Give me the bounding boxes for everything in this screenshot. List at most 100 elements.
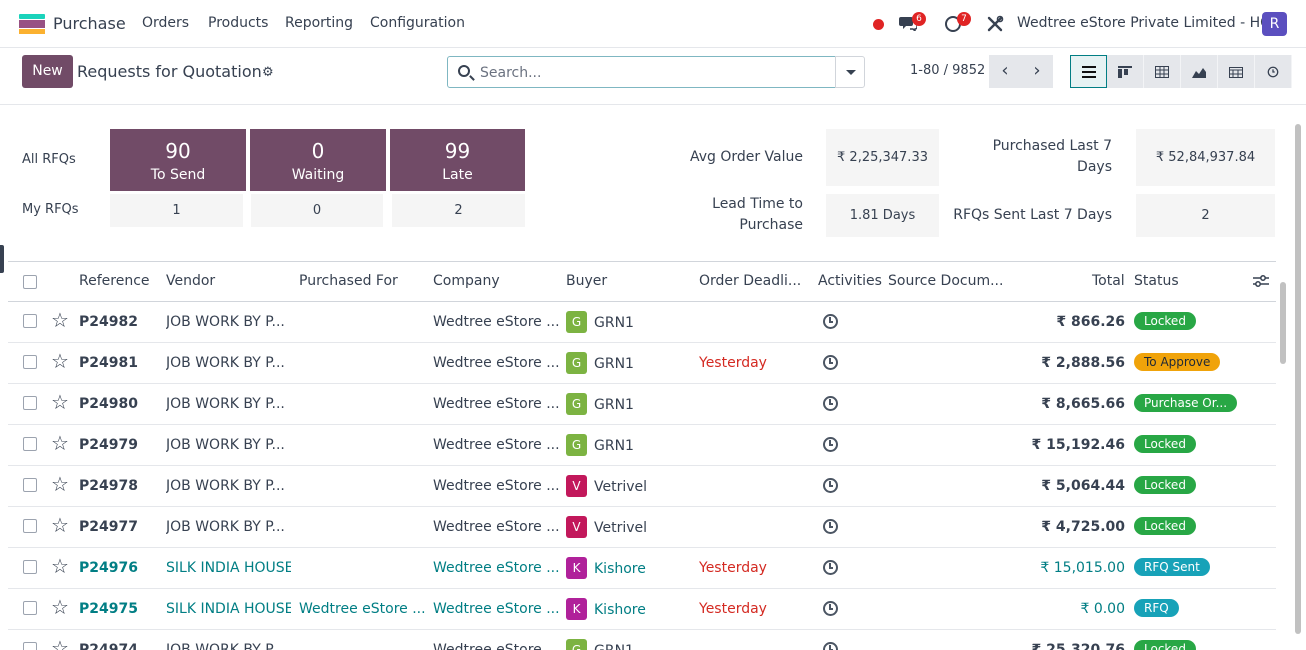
col-total[interactable]: Total: [1092, 273, 1125, 289]
activity-clock-icon[interactable]: [823, 314, 838, 329]
pager-previous-button[interactable]: ‹: [989, 55, 1021, 88]
col-buyer[interactable]: Buyer: [566, 273, 607, 289]
star-icon[interactable]: ☆: [51, 474, 69, 494]
page-scrollbar[interactable]: [1294, 118, 1302, 650]
row-checkbox[interactable]: [23, 437, 37, 451]
reference-cell[interactable]: P24977: [79, 519, 138, 535]
company-cell[interactable]: Wedtree eStore ...: [433, 437, 559, 453]
reference-cell[interactable]: P24982: [79, 314, 138, 330]
table-row[interactable]: ☆ P24978 JOB WORK BY P... Wedtree eStore ..…: [8, 466, 1276, 507]
col-status[interactable]: Status: [1134, 273, 1179, 289]
row-checkbox[interactable]: [23, 396, 37, 410]
reference-cell[interactable]: P24976: [79, 560, 138, 576]
pivot-view-button[interactable]: [1144, 55, 1181, 88]
star-icon[interactable]: ☆: [51, 310, 69, 330]
buyer-cell[interactable]: Vetrivel: [594, 520, 647, 536]
my-late-count[interactable]: 2: [392, 194, 525, 227]
table-row[interactable]: ☆ P24982 JOB WORK BY P... Wedtree eStore ..…: [8, 302, 1276, 343]
vendor-cell[interactable]: JOB WORK BY P...: [166, 642, 285, 650]
activity-clock-icon[interactable]: [823, 560, 838, 575]
app-name[interactable]: Purchase: [53, 14, 126, 33]
buyer-cell[interactable]: GRN1: [594, 643, 634, 650]
company-switcher[interactable]: Wedtree eStore Private Limited - HO: [1017, 15, 1271, 31]
col-order-deadline[interactable]: Order Deadli...: [699, 273, 801, 289]
col-purchased-for[interactable]: Purchased For: [299, 273, 398, 289]
gear-icon[interactable]: ⚙: [262, 65, 274, 80]
activity-clock-icon[interactable]: [823, 396, 838, 411]
vendor-cell[interactable]: JOB WORK BY P...: [166, 355, 285, 371]
star-icon[interactable]: ☆: [51, 392, 69, 412]
row-checkbox[interactable]: [23, 601, 37, 615]
col-reference[interactable]: Reference: [79, 273, 150, 289]
reference-cell[interactable]: P24975: [79, 601, 138, 617]
company-cell[interactable]: Wedtree eStore ...: [433, 560, 559, 576]
company-cell[interactable]: Wedtree eStore ...: [433, 396, 559, 412]
col-vendor[interactable]: Vendor: [166, 273, 215, 289]
buyer-cell[interactable]: Kishore: [594, 602, 646, 618]
vendor-cell[interactable]: JOB WORK BY P...: [166, 478, 285, 494]
row-checkbox[interactable]: [23, 642, 37, 650]
purchase-app-icon[interactable]: [19, 14, 45, 34]
activity-clock-icon[interactable]: [823, 642, 838, 650]
table-row[interactable]: ☆ P24976 SILK INDIA HOUSE Wedtree eStore ..…: [8, 548, 1276, 589]
reference-cell[interactable]: P24974: [79, 642, 138, 650]
col-source-document[interactable]: Source Docum...: [888, 273, 1003, 289]
menu-configuration[interactable]: Configuration: [370, 15, 465, 31]
tools-icon[interactable]: [986, 15, 1004, 33]
buyer-cell[interactable]: Kishore: [594, 561, 646, 577]
row-checkbox[interactable]: [23, 355, 37, 369]
reference-cell[interactable]: P24981: [79, 355, 138, 371]
vendor-cell[interactable]: SILK INDIA HOUSE: [166, 560, 291, 576]
company-cell[interactable]: Wedtree eStore ...: [433, 642, 559, 650]
table-row[interactable]: ☆ P24979 JOB WORK BY P... Wedtree eStore ..…: [8, 425, 1276, 466]
company-cell[interactable]: Wedtree eStore ...: [433, 519, 559, 535]
list-view-button[interactable]: [1070, 55, 1107, 88]
buyer-cell[interactable]: Vetrivel: [594, 479, 647, 495]
reference-cell[interactable]: P24979: [79, 437, 138, 453]
graph-view-button[interactable]: [1181, 55, 1218, 88]
buyer-cell[interactable]: GRN1: [594, 315, 634, 331]
company-cell[interactable]: Wedtree eStore ...: [433, 601, 559, 617]
sidebar-handle[interactable]: [0, 245, 4, 273]
activity-clock-icon[interactable]: [823, 601, 838, 616]
table-row[interactable]: ☆ P24977 JOB WORK BY P... Wedtree eStore ..…: [8, 507, 1276, 548]
my-waiting-count[interactable]: 0: [251, 194, 383, 227]
waiting-tile[interactable]: 0 Waiting: [250, 129, 386, 191]
pager-value[interactable]: 1-80 / 9852: [910, 63, 985, 78]
col-company[interactable]: Company: [433, 273, 500, 289]
vendor-cell[interactable]: JOB WORK BY P...: [166, 519, 285, 535]
activity-clock-icon[interactable]: [823, 478, 838, 493]
reference-cell[interactable]: P24978: [79, 478, 138, 494]
star-icon[interactable]: ☆: [51, 351, 69, 371]
col-activities[interactable]: Activities: [818, 273, 882, 289]
new-button[interactable]: New: [22, 55, 73, 88]
late-tile[interactable]: 99 Late: [390, 129, 525, 191]
star-icon[interactable]: ☆: [51, 433, 69, 453]
company-cell[interactable]: Wedtree eStore ...: [433, 314, 559, 330]
user-avatar[interactable]: R: [1262, 12, 1287, 36]
menu-orders[interactable]: Orders: [142, 15, 189, 31]
activity-clock-icon[interactable]: [823, 519, 838, 534]
to-send-tile[interactable]: 90 To Send: [110, 129, 246, 191]
table-row[interactable]: ☆ P24975 SILK INDIA HOUSE Wedtree eStore ..…: [8, 589, 1276, 630]
table-row[interactable]: ☆ P24980 JOB WORK BY P... Wedtree eStore ..…: [8, 384, 1276, 425]
row-checkbox[interactable]: [23, 478, 37, 492]
buyer-cell[interactable]: GRN1: [594, 356, 634, 372]
star-icon[interactable]: ☆: [51, 638, 69, 650]
activity-clock-icon[interactable]: [823, 437, 838, 452]
table-row[interactable]: ☆ P24974 JOB WORK BY P... Wedtree eStore ..…: [8, 630, 1276, 650]
my-to-send-count[interactable]: 1: [110, 194, 243, 227]
column-settings-icon[interactable]: [1253, 274, 1269, 288]
pager-next-button[interactable]: ›: [1021, 55, 1053, 88]
buyer-cell[interactable]: GRN1: [594, 438, 634, 454]
purchased-for-cell[interactable]: Wedtree eStore ...: [299, 601, 425, 617]
search-options-toggle[interactable]: [835, 56, 865, 88]
table-scrollbar[interactable]: [1279, 270, 1287, 650]
calendar-view-button[interactable]: [1218, 55, 1255, 88]
vendor-cell[interactable]: JOB WORK BY P...: [166, 314, 285, 330]
status-dot-icon[interactable]: [873, 19, 884, 30]
company-cell[interactable]: Wedtree eStore ...: [433, 355, 559, 371]
company-cell[interactable]: Wedtree eStore ...: [433, 478, 559, 494]
star-icon[interactable]: ☆: [51, 515, 69, 535]
star-icon[interactable]: ☆: [51, 597, 69, 617]
